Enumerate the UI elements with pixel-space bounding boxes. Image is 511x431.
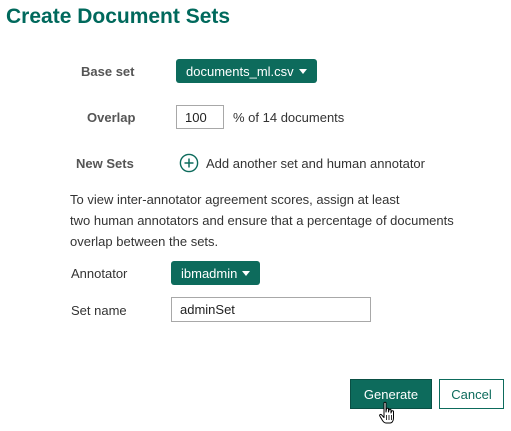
annotator-label: Annotator xyxy=(71,266,128,281)
base-set-dropdown[interactable]: documents_ml.csv xyxy=(176,59,317,83)
hand-pointer-icon xyxy=(379,401,394,424)
overlap-input[interactable] xyxy=(176,105,224,129)
new-sets-label: New Sets xyxy=(76,156,134,171)
set-name-input[interactable] xyxy=(171,297,371,322)
overlap-label: Overlap xyxy=(87,110,136,125)
annotator-dropdown[interactable]: ibmadmin xyxy=(171,261,261,285)
overlap-suffix: % of 14 documents xyxy=(233,110,345,125)
annotator-value: ibmadmin xyxy=(181,265,238,281)
info-line: To view inter-annotator agreement scores… xyxy=(70,192,400,207)
info-line: overlap between the sets. xyxy=(70,234,219,249)
set-name-label: Set name xyxy=(71,303,127,318)
info-line: two human annotators and ensure that a p… xyxy=(70,213,454,228)
caret-down-icon xyxy=(298,68,307,74)
agreement-info-text: To view inter-annotator agreement scores… xyxy=(70,189,490,252)
base-set-label: Base set xyxy=(81,64,135,79)
plus-circle-icon[interactable] xyxy=(179,153,199,173)
create-document-sets-dialog: Create Document Sets Base set documents_… xyxy=(0,0,511,431)
caret-down-icon xyxy=(242,270,251,276)
add-set-link[interactable]: Add another set and human annotator xyxy=(206,156,425,171)
base-set-value: documents_ml.csv xyxy=(186,63,294,79)
cancel-button[interactable]: Cancel xyxy=(439,379,504,409)
page-title: Create Document Sets xyxy=(6,5,231,28)
